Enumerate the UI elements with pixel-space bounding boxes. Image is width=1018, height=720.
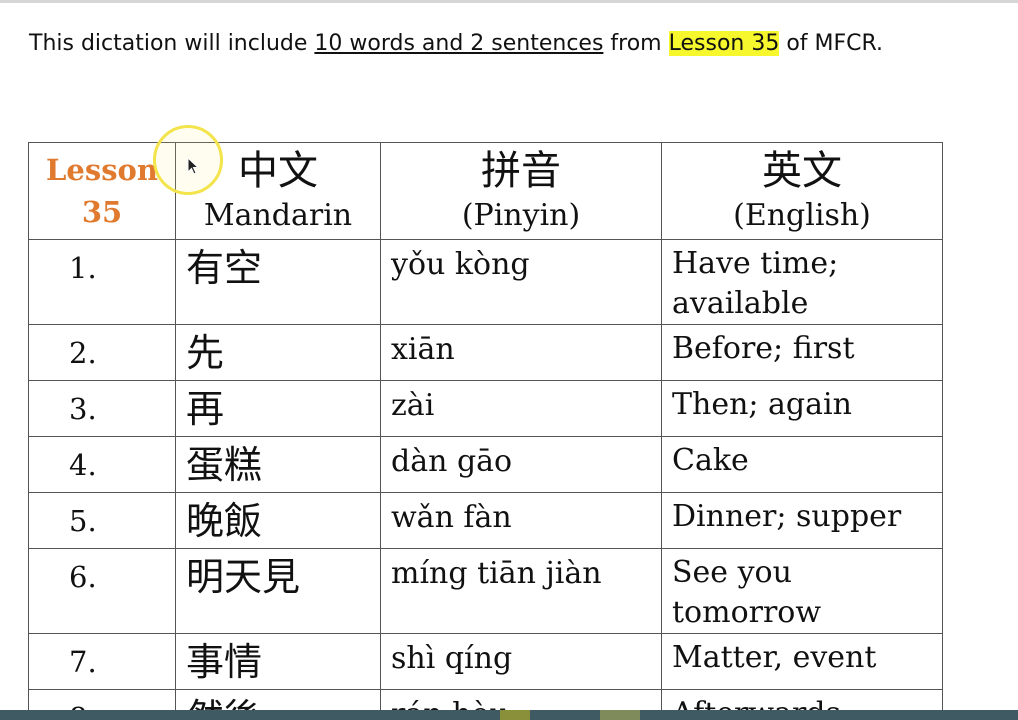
table-row: 6. 明天見 míng tiān jiàn See you tomorrow xyxy=(28,548,943,634)
row-english: Dinner; supper xyxy=(661,492,943,549)
row-english-line1: Have time; xyxy=(672,246,839,281)
mandarin-header-en: Mandarin xyxy=(203,198,353,233)
strip-detail xyxy=(500,710,530,720)
row-hanzi: 晚飯 xyxy=(175,492,381,549)
vocabulary-table: Lesson 35 中文 Mandarin 拼音 (Pinyin) 英文 (En… xyxy=(28,142,943,720)
row-english-line2: tomorrow xyxy=(672,595,822,630)
row-pinyin: zài xyxy=(380,380,662,437)
english-header-cell: 英文 (English) xyxy=(661,142,943,240)
pinyin-header-cell: 拼音 (Pinyin) xyxy=(380,142,662,240)
row-english: Before; first xyxy=(661,324,943,381)
table-row: 2. 先 xiān Before; first xyxy=(28,324,943,381)
table-row: 4. 蛋糕 dàn gāo Cake xyxy=(28,436,943,493)
table-row: 3. 再 zài Then; again xyxy=(28,380,943,437)
top-divider xyxy=(0,0,1018,3)
pinyin-header-en: (Pinyin) xyxy=(461,198,581,233)
row-pinyin: míng tiān jiàn xyxy=(380,548,662,634)
row-number: 7. xyxy=(28,633,176,690)
row-hanzi: 先 xyxy=(175,324,381,381)
intro-middle: from xyxy=(603,31,669,56)
row-english: Cake xyxy=(661,436,943,493)
row-number: 6. xyxy=(28,548,176,634)
row-english-line1: See you xyxy=(672,555,792,590)
row-hanzi: 有空 xyxy=(175,239,381,325)
row-number: 4. xyxy=(28,436,176,493)
intro-underlined-count: 10 words and 2 sentences xyxy=(314,31,604,56)
row-number: 2. xyxy=(28,324,176,381)
row-number: 5. xyxy=(28,492,176,549)
row-number: 3. xyxy=(28,380,176,437)
row-english: Then; again xyxy=(661,380,943,437)
row-hanzi: 事情 xyxy=(175,633,381,690)
row-pinyin: shì qíng xyxy=(380,633,662,690)
row-pinyin: wǎn fàn xyxy=(380,492,662,549)
strip-detail xyxy=(600,710,640,720)
row-pinyin: yǒu kòng xyxy=(380,239,662,325)
lesson-number: 35 xyxy=(81,195,123,229)
pinyin-header-zh: 拼音 xyxy=(481,148,561,194)
table-row: 5. 晚飯 wǎn fàn Dinner; supper xyxy=(28,492,943,549)
row-hanzi: 蛋糕 xyxy=(175,436,381,493)
row-pinyin: dàn gāo xyxy=(380,436,662,493)
mouse-pointer-icon xyxy=(187,157,199,175)
row-hanzi: 明天見 xyxy=(175,548,381,634)
row-english: Have time; available xyxy=(661,239,943,325)
row-hanzi: 再 xyxy=(175,380,381,437)
table-row: 7. 事情 shì qíng Matter, event xyxy=(28,633,943,690)
english-header-en: (English) xyxy=(733,198,871,233)
intro-prefix: This dictation will include xyxy=(29,31,315,56)
row-english-line2: available xyxy=(672,286,809,321)
english-header-zh: 英文 xyxy=(762,148,842,194)
row-pinyin: xiān xyxy=(380,324,662,381)
row-english: See you tomorrow xyxy=(661,548,943,634)
table-row: 1. 有空 yǒu kòng Have time; available xyxy=(28,239,943,325)
bottom-video-strip xyxy=(0,710,1018,720)
row-number: 1. xyxy=(28,239,176,325)
intro-sentence: This dictation will include 10 words and… xyxy=(29,31,883,57)
intro-highlighted-lesson: Lesson 35 xyxy=(668,31,780,56)
row-english: Matter, event xyxy=(661,633,943,690)
intro-suffix: of MFCR. xyxy=(779,31,884,56)
